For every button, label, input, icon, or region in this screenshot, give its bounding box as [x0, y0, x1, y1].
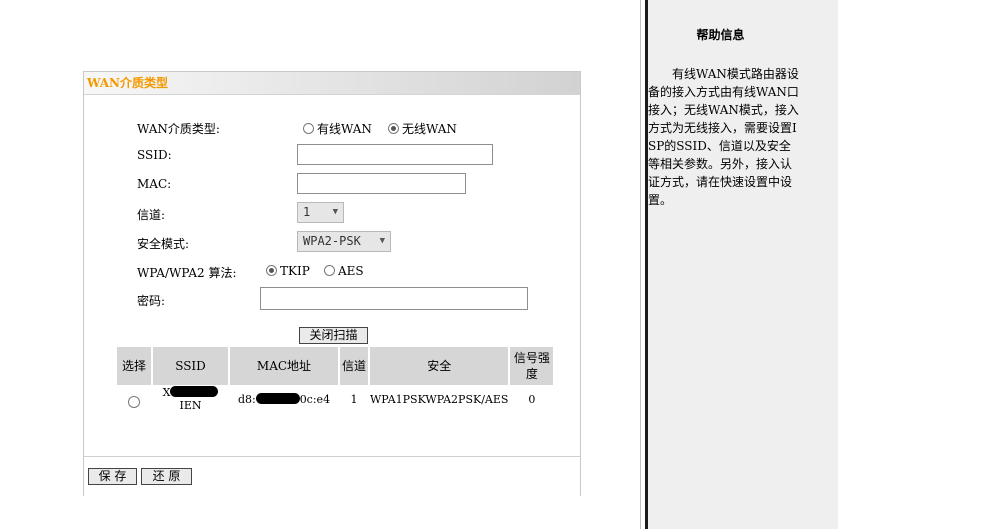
col-signal: 信号强度 — [510, 347, 554, 385]
action-bar: 保 存 还 原 — [84, 456, 580, 497]
security-mode-label: 安全模式: — [137, 237, 190, 251]
row-select-radio[interactable] — [128, 396, 140, 408]
save-button[interactable]: 保 存 — [88, 468, 137, 485]
help-text: 有线WAN模式路由器设备的接入方式由有线WAN口接入；无线WAN模式，接入方式为… — [648, 67, 799, 207]
wireless-wan-radio[interactable] — [388, 123, 399, 134]
algorithm-label: WPA/WPA2 算法: — [137, 266, 237, 280]
password-label: 密码: — [137, 294, 166, 308]
col-select: 选择 — [117, 347, 151, 385]
table-header-row: 选择 SSID MAC地址 信道 安全 信号强度 — [117, 347, 554, 385]
panel-title: WAN介质类型 — [84, 72, 580, 95]
restore-button[interactable]: 还 原 — [141, 468, 192, 485]
security-mode-select[interactable]: WPA2-PSK ▼ — [297, 231, 391, 252]
tkip-radio[interactable] — [266, 265, 277, 276]
col-ssid: SSID — [153, 347, 228, 385]
mac-label: MAC: — [137, 177, 172, 191]
row-signal: 0 — [528, 392, 536, 406]
wan-type-label: WAN介质类型: — [137, 122, 220, 136]
channel-label: 信道: — [137, 208, 166, 222]
channel-select[interactable]: 1 ▼ — [297, 202, 344, 223]
wan-option-wired[interactable]: 有线WAN — [303, 120, 372, 137]
mac-input[interactable] — [297, 173, 466, 194]
algo-option-tkip[interactable]: TKIP — [266, 264, 310, 278]
row-security: WPA1PSKWPA2PSK/AES — [370, 392, 509, 406]
close-scan-button[interactable]: 关闭扫描 — [299, 327, 368, 344]
wan-option-wireless[interactable]: 无线WAN — [388, 120, 457, 137]
help-pane: 帮助信息 有线WAN模式路由器设备的接入方式由有线WAN口接入；无线WAN模式，… — [648, 0, 838, 529]
help-title: 帮助信息 — [696, 28, 745, 42]
chevron-down-icon: ▼ — [332, 207, 338, 217]
ssid-input[interactable] — [297, 144, 493, 165]
redaction-bar — [255, 392, 300, 404]
table-row: XIEN d8: 0c:e4 1 WPA1PSKWPA2PSK/AES 0 — [117, 385, 553, 413]
col-security: 安全 — [370, 347, 509, 385]
row-select-cell — [117, 385, 151, 413]
col-channel: 信道 — [340, 347, 368, 385]
row-mac: d8: 0c:e4 — [237, 392, 331, 406]
scan-results-table: 选择 SSID MAC地址 信道 安全 信号强度 XIEN d8: 0c:e4 1… — [115, 347, 555, 413]
algo-option-aes[interactable]: AES — [324, 264, 364, 278]
chevron-down-icon: ▼ — [379, 236, 385, 246]
aes-radio[interactable] — [324, 265, 335, 276]
col-mac: MAC地址 — [230, 347, 338, 385]
row-channel: 1 — [350, 392, 358, 406]
redaction-bar — [170, 386, 219, 397]
frame-divider — [640, 0, 641, 529]
row-ssid: XIEN — [153, 385, 228, 413]
wan-settings-panel: WAN介质类型 WAN介质类型: 有线WAN 无线WAN SSID: MAC: … — [83, 71, 581, 497]
ssid-label: SSID: — [137, 148, 172, 162]
wired-wan-radio[interactable] — [303, 123, 314, 134]
password-input[interactable] — [260, 287, 528, 310]
